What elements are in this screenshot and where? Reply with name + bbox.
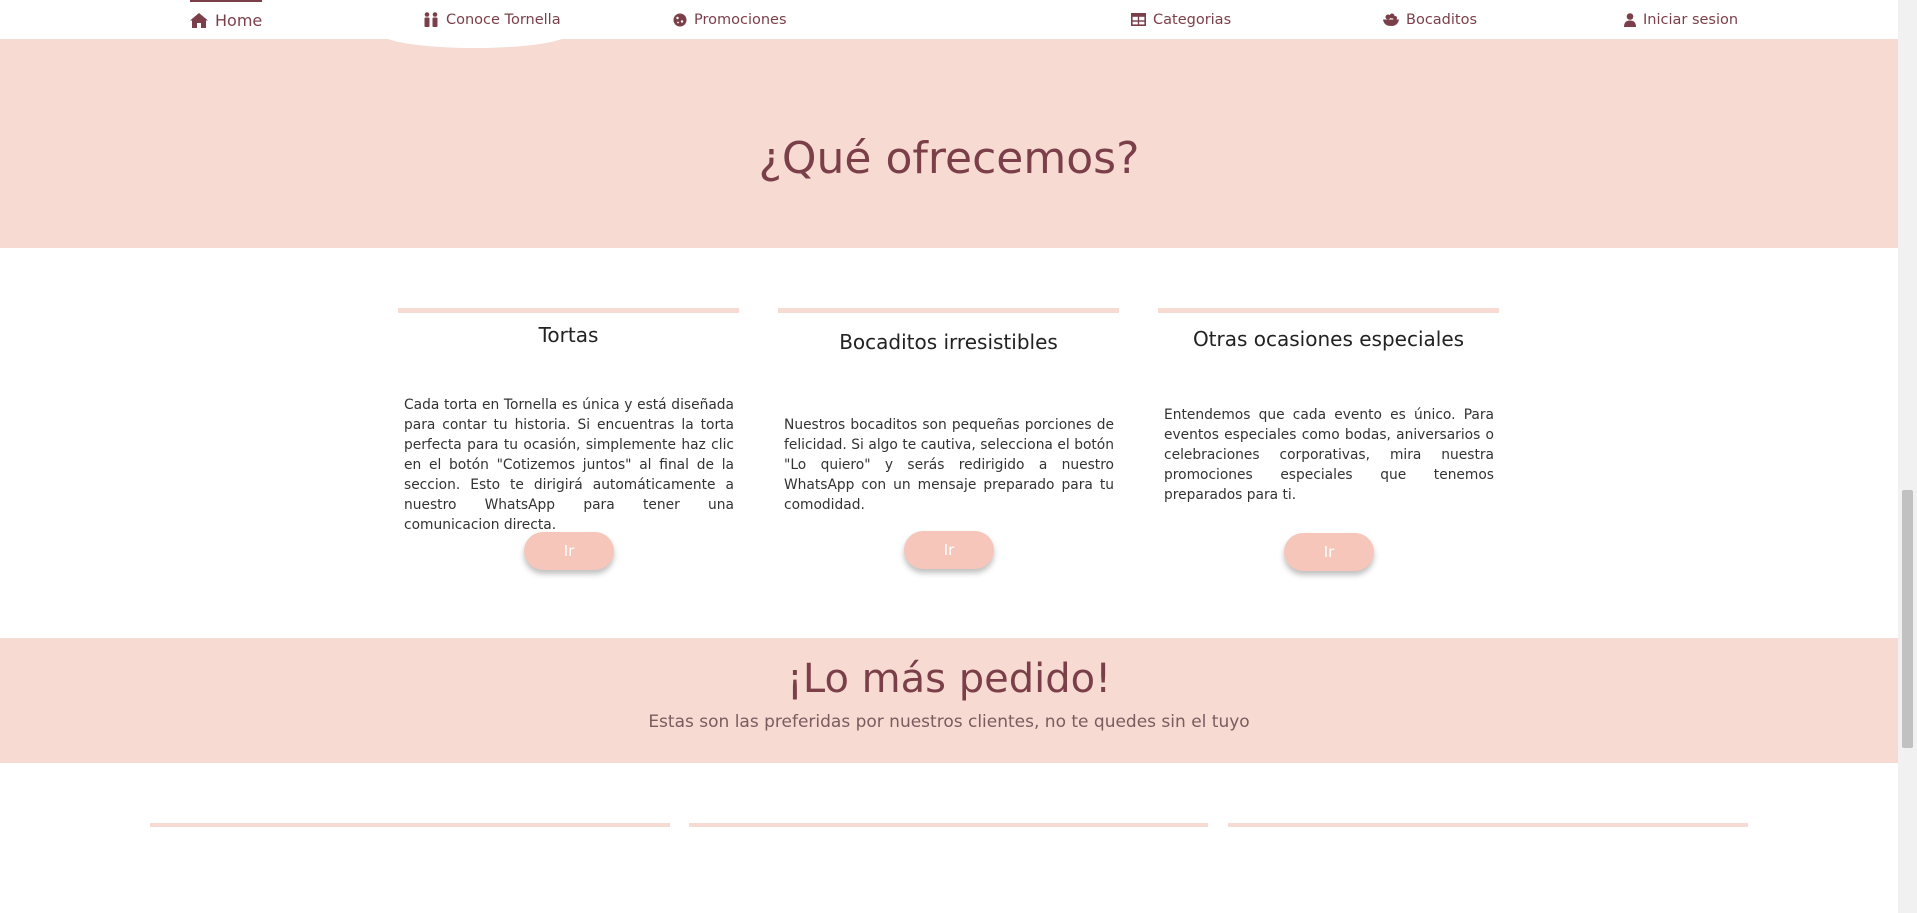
cookie-icon xyxy=(673,13,687,27)
nav-promociones[interactable]: Promociones xyxy=(673,0,787,39)
product-card-top-border xyxy=(150,823,670,827)
popular-subtitle: Estas son las preferidas por nuestros cl… xyxy=(648,712,1250,732)
nav-promociones-label: Promociones xyxy=(694,11,787,28)
offer-title: ¿Qué ofrecemos? xyxy=(758,133,1140,184)
product-card-top-border xyxy=(1228,823,1748,827)
offer-card-tortas: Tortas Cada torta en Tornella es única y… xyxy=(398,308,739,580)
nav-home-label: Home xyxy=(215,11,263,30)
card-description: Cada torta en Tornella es única y está d… xyxy=(404,397,734,533)
bowl-icon xyxy=(1383,13,1399,27)
offer-card-otras-ocasiones: Otras ocasiones especiales Entendemos qu… xyxy=(1158,308,1499,580)
tortas-go-button[interactable]: Ir xyxy=(524,532,614,570)
nav-conoce-tornella-label: Conoce Tornella xyxy=(446,11,561,28)
otras-ocasiones-go-button[interactable]: Ir xyxy=(1284,533,1374,571)
nav-iniciar-sesion-label: Iniciar sesion xyxy=(1643,11,1739,28)
nav-categorias[interactable]: Categorias xyxy=(1131,0,1231,39)
people-icon xyxy=(423,12,439,27)
nav-home[interactable]: Home xyxy=(190,0,263,39)
page-scrollbar[interactable] xyxy=(1898,0,1917,913)
home-icon xyxy=(190,13,208,28)
scrollbar-thumb[interactable] xyxy=(1902,490,1913,748)
nav-bocaditos-label: Bocaditos xyxy=(1406,11,1478,28)
nav-categorias-label: Categorias xyxy=(1153,11,1232,28)
popular-title: ¡Lo más pedido! xyxy=(786,656,1112,702)
nav-iniciar-sesion[interactable]: Iniciar sesion xyxy=(1624,0,1738,39)
top-navbar: Home Conoce Tornella Promociones Categor… xyxy=(0,0,1898,39)
card-description: Nuestros bocaditos son pequeñas porcione… xyxy=(784,417,1114,513)
card-title: Tortas xyxy=(538,323,599,347)
nav-bocaditos[interactable]: Bocaditos xyxy=(1383,0,1477,39)
card-description: Entendemos que cada evento es único. Par… xyxy=(1164,407,1494,503)
card-title: Bocaditos irresistibles xyxy=(839,330,1058,354)
offer-header-section: ¿Qué ofrecemos? xyxy=(0,39,1898,248)
nav-conoce-tornella[interactable]: Conoce Tornella xyxy=(423,0,561,39)
bocaditos-go-button[interactable]: Ir xyxy=(904,531,994,569)
popular-section: ¡Lo más pedido! Estas son las preferidas… xyxy=(0,638,1898,763)
offer-card-bocaditos: Bocaditos irresistibles Nuestros bocadit… xyxy=(778,308,1119,580)
product-card-top-border xyxy=(689,823,1208,827)
user-icon xyxy=(1624,12,1636,27)
table-icon xyxy=(1131,13,1146,26)
card-title: Otras ocasiones especiales xyxy=(1192,327,1465,351)
